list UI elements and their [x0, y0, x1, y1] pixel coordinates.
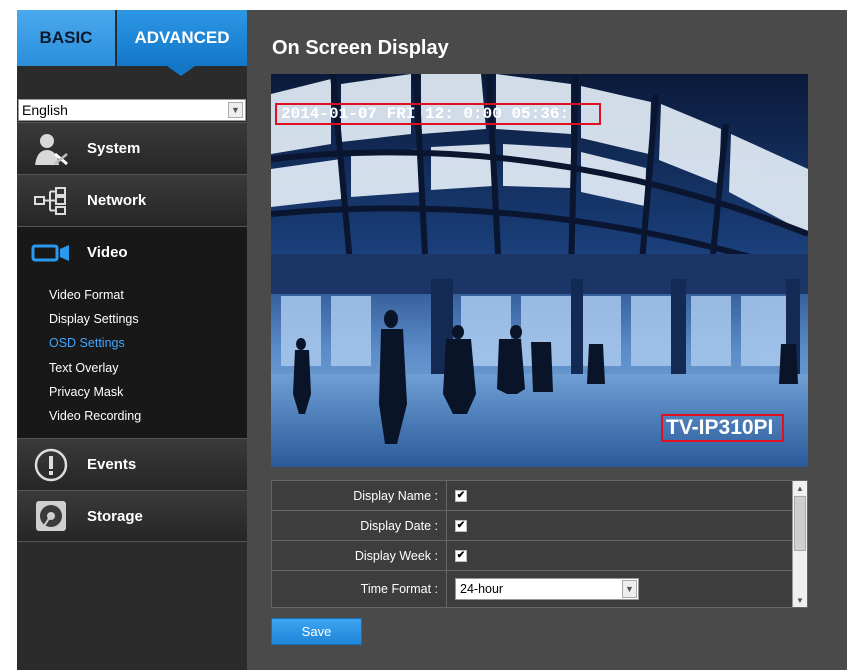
- tab-basic[interactable]: BASIC: [17, 10, 115, 66]
- page-title: On Screen Display: [272, 37, 449, 59]
- display-name-label: Display Name :: [353, 488, 438, 503]
- sidebar-item-label: Network: [87, 192, 147, 209]
- display-week-checkbox[interactable]: ✔: [455, 549, 467, 562]
- tab-advanced[interactable]: ADVANCED: [117, 10, 247, 66]
- subnav-privacy-mask[interactable]: Privacy Mask: [49, 385, 123, 399]
- sidebar-item-label: Video: [87, 244, 128, 261]
- user-tools-icon: [31, 132, 71, 166]
- language-select[interactable]: English ▼: [18, 99, 246, 121]
- app-window: BASIC ADVANCED English ▼ System Network …: [0, 0, 852, 670]
- display-week-label: Display Week :: [354, 548, 438, 563]
- display-date-label: Display Date :: [360, 518, 438, 533]
- video-camera-icon: [31, 236, 71, 270]
- display-week-value: ✔: [446, 541, 467, 570]
- settings-scrollbar[interactable]: ▲ ▼: [792, 481, 807, 607]
- scroll-thumb[interactable]: [794, 496, 806, 551]
- row-display-name: Display Name : ✔: [272, 481, 792, 511]
- subnav-video-format[interactable]: Video Format: [49, 288, 124, 302]
- save-button[interactable]: Save: [271, 618, 362, 645]
- sidebar-item-label: System: [87, 140, 141, 157]
- preview-scene: [271, 74, 808, 467]
- mode-tabs: BASIC ADVANCED: [17, 10, 247, 76]
- subnav-osd-settings[interactable]: OSD Settings: [49, 336, 125, 350]
- display-name-checkbox[interactable]: ✔: [455, 489, 467, 502]
- display-name-value: ✔: [446, 481, 467, 510]
- active-tab-pointer: [167, 66, 195, 76]
- sidebar-item-storage[interactable]: Storage: [17, 490, 247, 542]
- disk-icon: [31, 499, 71, 533]
- time-format-selected: 24-hour: [460, 582, 504, 596]
- sidebar-item-network[interactable]: Network: [17, 174, 247, 226]
- subnav-text-overlay[interactable]: Text Overlay: [49, 361, 118, 375]
- time-format-select[interactable]: 24-hour ▼: [455, 578, 639, 600]
- subnav-display-settings[interactable]: Display Settings: [49, 312, 139, 326]
- osd-date-overlay[interactable]: 2014-01-07 FRI 12: 0:00 05:36:: [275, 103, 601, 125]
- language-value: English: [22, 102, 68, 118]
- chevron-down-icon: ▼: [622, 580, 637, 598]
- network-tree-icon: [31, 184, 71, 218]
- row-time-format: Time Format : 24-hour ▼: [272, 571, 792, 607]
- scroll-up-icon[interactable]: ▲: [793, 481, 807, 495]
- osd-name-overlay[interactable]: TV-IP310PI: [661, 414, 784, 442]
- alert-icon: [31, 448, 71, 482]
- main-content: On Screen Display 2014-01-07 FRI 12: 0:0…: [247, 10, 847, 670]
- sidebar-item-system[interactable]: System: [17, 122, 247, 174]
- chevron-down-icon: ▼: [228, 102, 243, 118]
- sidebar-item-label: Events: [87, 456, 137, 473]
- sidebar-item-video[interactable]: Video: [17, 226, 257, 279]
- row-display-week: Display Week : ✔: [272, 541, 792, 571]
- time-format-label: Time Format :: [360, 582, 438, 596]
- sidebar-item-events[interactable]: Events: [17, 438, 247, 490]
- camera-preview: 2014-01-07 FRI 12: 0:00 05:36: TV-IP310P…: [271, 74, 808, 467]
- sidebar: BASIC ADVANCED English ▼ System Network …: [17, 10, 257, 670]
- time-format-value: 24-hour ▼: [446, 571, 639, 607]
- display-date-value: ✔: [446, 511, 467, 540]
- video-subnav: Video Format Display Settings OSD Settin…: [17, 278, 247, 438]
- display-date-checkbox[interactable]: ✔: [455, 519, 467, 532]
- subnav-video-recording[interactable]: Video Recording: [49, 409, 141, 423]
- osd-settings-panel: Display Name : ✔ Display Date : ✔ Displa…: [271, 480, 808, 608]
- row-display-date: Display Date : ✔: [272, 511, 792, 541]
- scroll-down-icon[interactable]: ▼: [793, 593, 807, 607]
- sidebar-item-label: Storage: [87, 507, 143, 525]
